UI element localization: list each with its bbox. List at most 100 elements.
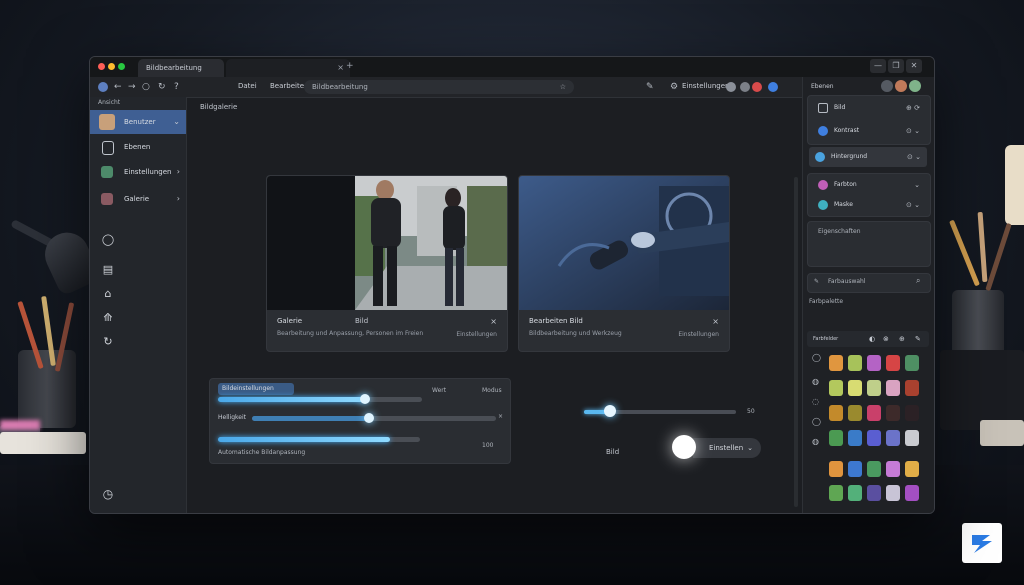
slider-end-icon[interactable]: × bbox=[498, 413, 503, 420]
panel-status-icon[interactable] bbox=[909, 80, 921, 92]
settings-gear-icon[interactable]: ⚙ bbox=[670, 81, 678, 93]
maximize-button[interactable]: ❐ bbox=[888, 59, 904, 73]
palette-mode-icon[interactable]: ◐ bbox=[869, 333, 875, 345]
adjust-dropdown[interactable]: Einstellen ⌄ bbox=[693, 438, 761, 458]
main-scrollbar[interactable] bbox=[794, 177, 798, 507]
upload-tool-icon[interactable]: ⟰ bbox=[100, 311, 116, 324]
tab-close-icon[interactable]: × bbox=[337, 59, 344, 77]
image-card[interactable]: Bearbeiten Bild × Bildbearbeitung und We… bbox=[518, 175, 730, 352]
color-swatch[interactable] bbox=[886, 485, 900, 501]
extension-icon[interactable] bbox=[740, 82, 750, 92]
menu-file[interactable]: Datei bbox=[238, 82, 257, 90]
color-swatch[interactable] bbox=[886, 461, 900, 477]
slider-knob[interactable] bbox=[359, 394, 370, 404]
layer-actions[interactable]: ⊙ ⌄ bbox=[906, 195, 920, 215]
standalone-slider-knob[interactable] bbox=[604, 405, 616, 417]
layer-actions[interactable]: ⊕ ⟳ bbox=[906, 98, 920, 118]
sidebar-item-layers[interactable]: Ebenen bbox=[90, 135, 186, 159]
color-swatch[interactable] bbox=[905, 405, 919, 421]
clock-icon[interactable]: ◷ bbox=[100, 487, 116, 501]
slider-track[interactable] bbox=[218, 437, 420, 442]
color-swatch[interactable] bbox=[829, 355, 843, 371]
color-swatch[interactable] bbox=[886, 355, 900, 371]
pen-icon[interactable]: ✎ bbox=[646, 81, 654, 93]
color-swatch[interactable] bbox=[848, 380, 862, 396]
color-swatch[interactable] bbox=[829, 380, 843, 396]
image-card[interactable]: Galerie Bild × Bearbeitung und Anpassung… bbox=[266, 175, 508, 352]
card-close-icon[interactable]: × bbox=[490, 317, 497, 326]
color-swatch[interactable] bbox=[829, 405, 843, 421]
color-swatch[interactable] bbox=[886, 380, 900, 396]
menu-edit[interactable]: Bearbeiten bbox=[270, 82, 308, 90]
bookmark-star-icon[interactable]: ☆ bbox=[560, 80, 566, 94]
color-swatch[interactable] bbox=[905, 430, 919, 446]
forward-icon[interactable]: → bbox=[128, 81, 136, 93]
tab-active[interactable]: Bildbearbeitung bbox=[138, 59, 224, 77]
layer-actions[interactable]: ⊙ ⌄ bbox=[906, 121, 920, 141]
color-swatch[interactable] bbox=[848, 485, 862, 501]
panel-user-icon[interactable] bbox=[895, 80, 907, 92]
tab-swatches[interactable]: Farbfelder bbox=[813, 333, 838, 345]
layer-row[interactable]: Farbton ⌄ bbox=[812, 175, 926, 195]
palette-side-icon[interactable]: ◌ bbox=[812, 397, 819, 406]
color-swatch[interactable] bbox=[905, 380, 919, 396]
reload-icon[interactable]: ↻ bbox=[158, 81, 166, 93]
slider-track[interactable] bbox=[218, 397, 422, 402]
calendar-tool-icon[interactable]: ▤ bbox=[100, 263, 116, 276]
panel-pin-icon[interactable] bbox=[881, 80, 893, 92]
back-icon[interactable]: ← bbox=[114, 81, 122, 93]
palette-add-icon[interactable]: ⊕ bbox=[899, 333, 905, 345]
toggle-switch-knob[interactable] bbox=[672, 435, 696, 459]
address-bar[interactable]: Bildbearbeitung ☆ bbox=[304, 80, 574, 94]
color-search[interactable]: ✎ Farbauswahl ⌕ bbox=[807, 273, 931, 293]
layer-row[interactable]: Hintergrund ⊙ ⌄ bbox=[809, 147, 927, 167]
home-icon[interactable]: ○ bbox=[142, 81, 150, 93]
sidebar-item-settings[interactable]: Einstellungen › bbox=[90, 160, 186, 184]
color-swatch[interactable] bbox=[848, 405, 862, 421]
search-icon[interactable]: ⌕ bbox=[916, 276, 920, 286]
minimize-button[interactable]: — bbox=[870, 59, 886, 73]
color-swatch[interactable] bbox=[905, 461, 919, 477]
color-swatch[interactable] bbox=[905, 355, 919, 371]
card-close-icon[interactable]: × bbox=[712, 317, 719, 326]
layer-row[interactable]: Bild ⊕ ⟳ bbox=[812, 98, 926, 118]
sidebar-item-users[interactable]: Benutzer ⌄ bbox=[90, 110, 186, 134]
layer-row[interactable]: Maske ⊙ ⌄ bbox=[812, 195, 926, 215]
color-swatch[interactable] bbox=[867, 380, 881, 396]
profile-icon[interactable] bbox=[98, 82, 108, 92]
color-swatch[interactable] bbox=[867, 405, 881, 421]
layer-actions[interactable]: ⌄ bbox=[914, 175, 920, 195]
toolbar-settings-label[interactable]: Einstellungen bbox=[682, 82, 729, 90]
palette-remove-icon[interactable]: ⊗ bbox=[883, 333, 889, 345]
palette-side-icon[interactable]: ◯ bbox=[812, 417, 821, 426]
new-tab-icon[interactable]: + bbox=[346, 61, 354, 71]
zoom-traffic-light[interactable] bbox=[118, 63, 125, 70]
home-tool-icon[interactable]: ⌂ bbox=[100, 287, 116, 300]
color-swatch[interactable] bbox=[867, 461, 881, 477]
account-icon[interactable] bbox=[768, 82, 778, 92]
layer-row[interactable]: Kontrast ⊙ ⌄ bbox=[812, 121, 926, 141]
color-swatch[interactable] bbox=[848, 430, 862, 446]
notification-icon[interactable] bbox=[752, 82, 762, 92]
help-icon[interactable]: ? bbox=[174, 81, 179, 93]
color-swatch[interactable] bbox=[848, 461, 862, 477]
close-traffic-light[interactable] bbox=[98, 63, 105, 70]
palette-side-icon[interactable]: ◯ bbox=[812, 353, 821, 362]
color-swatch[interactable] bbox=[867, 485, 881, 501]
circle-tool-icon[interactable]: ◯ bbox=[100, 233, 116, 246]
tab-second[interactable]: × bbox=[226, 59, 350, 77]
extension-icon[interactable] bbox=[726, 82, 736, 92]
sidebar-item-gallery[interactable]: Galerie › bbox=[90, 187, 186, 211]
color-swatch[interactable] bbox=[848, 355, 862, 371]
color-swatch[interactable] bbox=[905, 485, 919, 501]
color-swatch[interactable] bbox=[886, 430, 900, 446]
rotate-tool-icon[interactable]: ↻ bbox=[100, 335, 116, 348]
slider-track[interactable] bbox=[252, 416, 496, 421]
palette-edit-icon[interactable]: ✎ bbox=[915, 333, 921, 345]
color-swatch[interactable] bbox=[829, 485, 843, 501]
palette-side-icon[interactable]: ◍ bbox=[812, 377, 819, 386]
color-swatch[interactable] bbox=[867, 430, 881, 446]
color-swatch[interactable] bbox=[867, 355, 881, 371]
color-swatch[interactable] bbox=[829, 430, 843, 446]
layer-actions[interactable]: ⊙ ⌄ bbox=[907, 147, 921, 167]
